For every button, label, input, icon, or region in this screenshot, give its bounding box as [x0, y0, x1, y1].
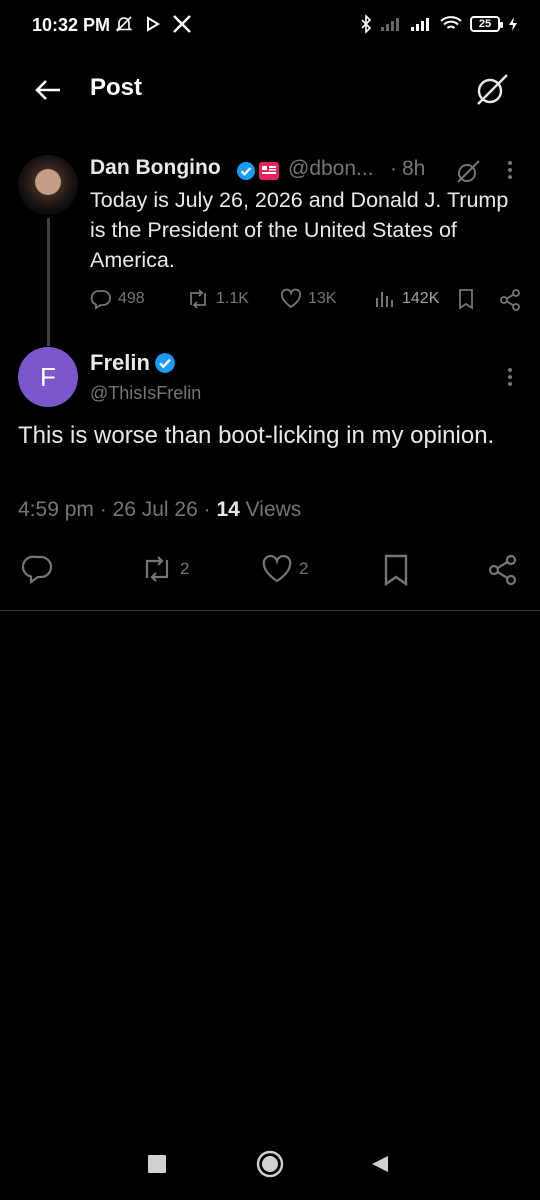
author-name[interactable]: Frelin: [90, 350, 150, 376]
heart-icon: [262, 554, 292, 583]
tweet-time: 4:59 pm: [18, 498, 94, 521]
more-options-icon[interactable]: [500, 366, 520, 388]
views-count: 142K: [402, 290, 440, 307]
parent-author-handle[interactable]: @dbon...: [288, 157, 374, 181]
bookmark-icon: [384, 554, 408, 586]
like-count: 2: [299, 559, 309, 578]
repost-icon: [145, 556, 169, 582]
grok-icon-small[interactable]: [455, 159, 481, 185]
separator-dot: ·: [390, 157, 397, 180]
tweet-text: This is worse than boot-licking in my op…: [18, 422, 495, 449]
repost-button[interactable]: 1.1K: [186, 288, 249, 310]
share-button[interactable]: [498, 288, 522, 312]
reply-count: 498: [118, 290, 145, 307]
bluetooth-icon: [360, 14, 372, 34]
home-button-icon[interactable]: [256, 1150, 284, 1178]
status-time: 10:32 PM: [32, 15, 111, 35]
parent-author-name[interactable]: Dan Bongino: [90, 156, 221, 180]
heart-icon: [280, 288, 302, 309]
signal-icon-2: [410, 16, 432, 32]
parent-timestamp[interactable]: 8h: [402, 157, 425, 181]
notification-muted-icon: [114, 14, 134, 34]
like-button[interactable]: 13K: [280, 288, 336, 310]
bookmark-button[interactable]: [456, 288, 476, 310]
reply-button[interactable]: 498: [90, 288, 145, 310]
views-label[interactable]: Views: [246, 498, 302, 521]
signal-icon: [380, 16, 402, 32]
like-button[interactable]: 2: [261, 554, 308, 584]
share-icon: [500, 289, 520, 311]
status-bar: 10:32 PM 25: [0, 0, 540, 52]
thread-connector: [47, 218, 50, 346]
top-app-bar: Post: [0, 60, 540, 120]
reply-icon: [90, 290, 111, 310]
battery-icon: 25: [470, 16, 503, 32]
bookmark-icon: [459, 289, 473, 310]
affiliate-badge-icon: [258, 161, 280, 181]
bookmark-button[interactable]: [382, 554, 410, 586]
recents-button-icon[interactable]: [148, 1155, 166, 1173]
divider: [0, 610, 540, 611]
share-icon: [488, 554, 517, 586]
views-icon: [376, 292, 393, 307]
parent-action-bar: 498 1.1K 13K 142K: [90, 288, 522, 316]
action-bar: 2 2: [0, 548, 540, 592]
system-nav-bar: [0, 1140, 540, 1190]
repost-count: 2: [180, 559, 190, 578]
repost-button[interactable]: 2: [140, 554, 189, 584]
tweet-meta: 4:59 pm · 26 Jul 26 · 14 Views: [18, 498, 302, 521]
page-title: Post: [90, 74, 143, 101]
reply-icon: [22, 555, 53, 584]
play-store-icon: [146, 16, 160, 32]
reply-button[interactable]: [22, 554, 54, 584]
views-button[interactable]: 142K: [374, 288, 439, 310]
back-button-icon[interactable]: [370, 1154, 390, 1174]
wifi-icon: [440, 16, 462, 32]
views-count: 14: [216, 498, 240, 521]
tweet-date: 26 Jul 26: [112, 498, 198, 521]
avatar-frelin[interactable]: F: [18, 347, 78, 407]
charging-icon: [508, 16, 518, 32]
back-arrow-icon[interactable]: [32, 74, 64, 106]
repost-icon: [190, 289, 206, 309]
repost-count: 1.1K: [216, 290, 249, 307]
verified-badge-icon: [236, 161, 256, 181]
more-options-icon[interactable]: [500, 159, 520, 181]
verified-badge-icon: [154, 352, 176, 374]
share-button[interactable]: [487, 554, 519, 586]
author-handle[interactable]: @ThisIsFrelin: [90, 383, 201, 404]
parent-tweet-text: Today is July 26, 2026 and Donald J. Tru…: [90, 188, 509, 272]
grok-icon[interactable]: [474, 72, 510, 108]
like-count: 13K: [308, 290, 337, 307]
avatar-dan-bongino[interactable]: [18, 155, 78, 215]
x-app-icon: [172, 14, 192, 34]
